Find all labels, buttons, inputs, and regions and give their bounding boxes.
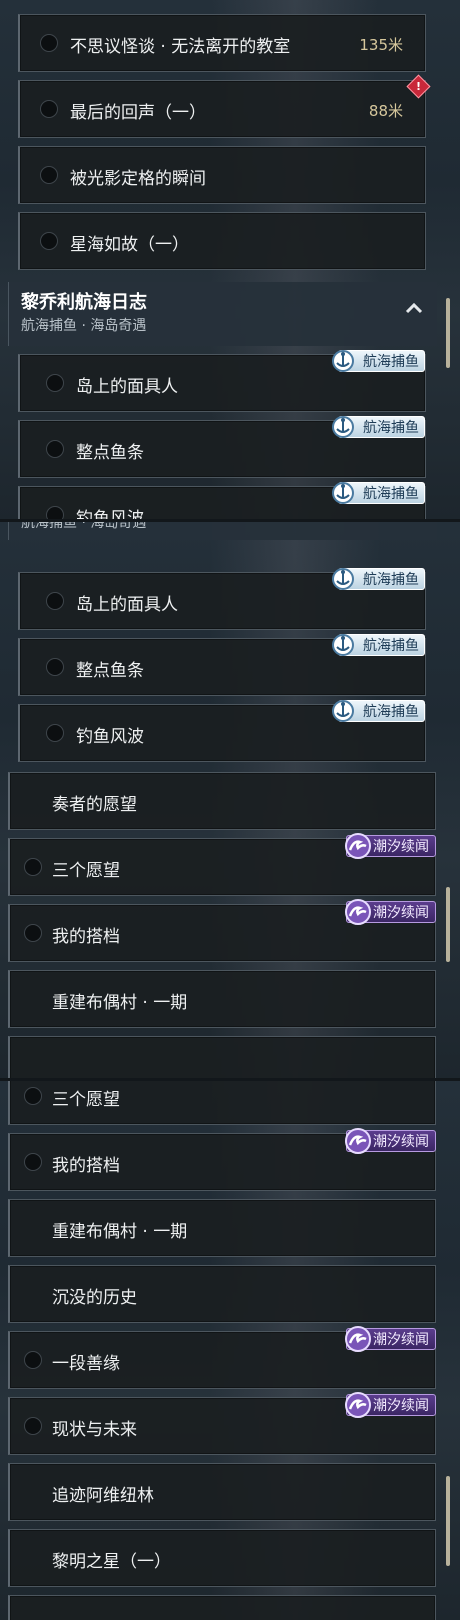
quest-radio[interactable] bbox=[46, 440, 64, 458]
quest-item[interactable]: 不思议怪谈 · 无法离开的教室 135米 bbox=[18, 14, 426, 72]
tide-tag: 潮汐续闻 bbox=[345, 1128, 436, 1154]
wave-icon bbox=[345, 833, 371, 859]
fishing-boat-icon bbox=[332, 350, 354, 372]
wave-icon bbox=[345, 1326, 371, 1352]
quest-item[interactable]: 重建布偶村 · 一期 bbox=[8, 1199, 436, 1257]
quest-item[interactable]: 追迹阿维纽林 bbox=[8, 1463, 436, 1521]
chevron-up-icon[interactable] bbox=[405, 298, 423, 319]
quest-item[interactable]: 沉没的历史 bbox=[8, 1265, 436, 1323]
tide-tag: 潮汐续闻 bbox=[345, 1392, 436, 1418]
quest-title: 我的搭档 bbox=[52, 927, 120, 947]
quest-radio[interactable] bbox=[40, 100, 58, 118]
group-title: 黎乔利航海日志 bbox=[21, 292, 147, 313]
quest-radio[interactable] bbox=[24, 1351, 42, 1369]
quest-title: 钓鱼风波 bbox=[76, 509, 144, 520]
quest-distance: 88米 bbox=[368, 102, 403, 120]
quest-radio[interactable] bbox=[46, 658, 64, 676]
quest-item[interactable] bbox=[8, 1036, 436, 1080]
quest-title: 被光影定格的瞬间 bbox=[70, 169, 206, 189]
tide-tag: 潮汐续闻 bbox=[345, 833, 436, 859]
quest-title: 追迹阿维纽林 bbox=[52, 1486, 154, 1506]
quest-title: 整点鱼条 bbox=[76, 443, 144, 463]
scrollbar-thumb[interactable] bbox=[446, 298, 450, 368]
wave-icon bbox=[345, 1128, 371, 1154]
quest-title: 奏者的愿望 bbox=[52, 795, 137, 815]
quest-item[interactable]: 奏者的愿望 bbox=[8, 772, 436, 830]
fishing-boat-icon bbox=[332, 634, 354, 656]
fishing-tag: 航海捕鱼 bbox=[332, 634, 425, 656]
quest-title: 三个愿望 bbox=[52, 861, 120, 881]
quest-radio[interactable] bbox=[40, 34, 58, 52]
quest-radio[interactable] bbox=[40, 232, 58, 250]
fishing-boat-icon bbox=[332, 700, 354, 722]
quest-title: 一段善缘 bbox=[52, 1354, 120, 1374]
group-subtitle: 航海捕鱼 · 海岛奇遇 bbox=[21, 522, 147, 531]
quest-item[interactable]: 星海如故（一） bbox=[18, 212, 426, 270]
wave-icon bbox=[345, 899, 371, 925]
quest-radio[interactable] bbox=[46, 506, 64, 520]
tide-tag: 潮汐续闻 bbox=[345, 899, 436, 925]
fishing-tag: 航海捕鱼 bbox=[332, 482, 425, 504]
quest-list-panel-3: 三个愿望 我的搭档 潮汐续闻 重建布偶村 · 一期 沉没的历史 一段善缘 潮汐续… bbox=[0, 1081, 460, 1620]
quest-item[interactable]: 被光影定格的瞬间 bbox=[18, 146, 426, 204]
fishing-tag: 航海捕鱼 bbox=[332, 568, 425, 590]
quest-list-panel-1: 不思议怪谈 · 无法离开的教室 135米 最后的回声（一） 88米 ! 被光影定… bbox=[0, 0, 460, 520]
quest-title: 重建布偶村 · 一期 bbox=[52, 993, 188, 1013]
quest-title: 黎明之星（一） bbox=[52, 1552, 171, 1572]
quest-item[interactable]: 三个愿望 bbox=[8, 1081, 436, 1125]
quest-radio[interactable] bbox=[24, 1087, 42, 1105]
quest-item[interactable]: 重建布偶村 · 一期 bbox=[8, 970, 436, 1028]
scrollbar-thumb[interactable] bbox=[446, 887, 450, 962]
quest-radio[interactable] bbox=[24, 1417, 42, 1435]
quest-radio[interactable] bbox=[46, 374, 64, 392]
fishing-boat-icon bbox=[332, 482, 354, 504]
quest-title: 星海如故（一） bbox=[70, 235, 189, 255]
quest-title: 重建布偶村 · 一期 bbox=[52, 1222, 188, 1242]
quest-radio[interactable] bbox=[40, 166, 58, 184]
quest-radio[interactable] bbox=[24, 858, 42, 876]
quest-radio[interactable] bbox=[24, 924, 42, 942]
fishing-tag: 航海捕鱼 bbox=[332, 416, 425, 438]
quest-radio[interactable] bbox=[24, 1153, 42, 1171]
quest-title: 三个愿望 bbox=[52, 1090, 120, 1110]
scrollbar-thumb[interactable] bbox=[446, 1476, 450, 1566]
quest-title: 不思议怪谈 · 无法离开的教室 bbox=[70, 37, 291, 57]
quest-title: 现状与未来 bbox=[52, 1420, 137, 1440]
quest-title: 沉没的历史 bbox=[52, 1288, 137, 1308]
quest-title: 岛上的面具人 bbox=[76, 377, 178, 397]
quest-group-header[interactable]: 航海捕鱼 · 海岛奇遇 bbox=[8, 522, 437, 540]
wave-icon bbox=[345, 1392, 371, 1418]
quest-group-header[interactable]: 黎乔利航海日志 航海捕鱼 · 海岛奇遇 bbox=[8, 282, 437, 346]
fishing-boat-icon bbox=[332, 568, 354, 590]
quest-radio[interactable] bbox=[46, 724, 64, 742]
fishing-tag: 航海捕鱼 bbox=[332, 350, 425, 372]
quest-radio[interactable] bbox=[46, 592, 64, 610]
quest-item[interactable] bbox=[8, 1595, 436, 1620]
quest-item[interactable]: 黎明之星（一） bbox=[8, 1529, 436, 1587]
quest-title: 整点鱼条 bbox=[76, 661, 144, 681]
fishing-boat-icon bbox=[332, 416, 354, 438]
quest-title: 钓鱼风波 bbox=[76, 727, 144, 747]
quest-list-panel-2: 航海捕鱼 · 海岛奇遇 岛上的面具人 航海捕鱼 整点鱼条 航海捕鱼 钓鱼风波 航… bbox=[0, 522, 460, 1080]
group-subtitle: 航海捕鱼 · 海岛奇遇 bbox=[21, 318, 147, 334]
quest-distance: 135米 bbox=[359, 36, 403, 54]
quest-item[interactable]: 最后的回声（一） 88米 bbox=[18, 80, 426, 138]
tide-tag: 潮汐续闻 bbox=[345, 1326, 436, 1352]
quest-title: 岛上的面具人 bbox=[76, 595, 178, 615]
fishing-tag: 航海捕鱼 bbox=[332, 700, 425, 722]
quest-title: 最后的回声（一） bbox=[70, 103, 206, 123]
quest-title: 我的搭档 bbox=[52, 1156, 120, 1176]
